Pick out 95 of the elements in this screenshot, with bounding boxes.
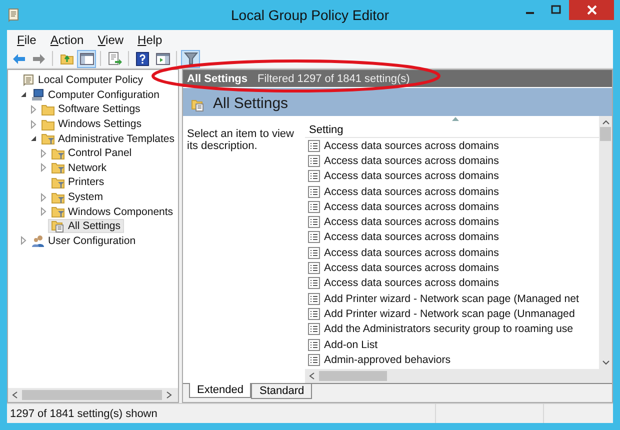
tree-item[interactable]: Control Panel bbox=[68, 147, 132, 160]
setting-name[interactable]: Admin-approved behaviors bbox=[324, 354, 451, 366]
folder-icon bbox=[51, 176, 65, 189]
setting-icon bbox=[308, 140, 320, 152]
pane-icon bbox=[80, 52, 94, 64]
menu-item[interactable]: View bbox=[92, 32, 130, 48]
scroll-down-icon[interactable] bbox=[602, 360, 610, 366]
setting-name[interactable]: Access data sources across domains bbox=[324, 277, 499, 290]
header-title: All Settings bbox=[187, 72, 248, 84]
computer-icon bbox=[31, 88, 45, 102]
collapsed-arrow-icon[interactable] bbox=[20, 236, 26, 246]
maximize-icon bbox=[551, 5, 561, 15]
view-tab[interactable]: Standard bbox=[251, 384, 312, 399]
setting-name[interactable]: Access data sources across domains bbox=[324, 231, 499, 244]
setting-icon bbox=[308, 186, 320, 198]
setting-name[interactable]: Access data sources across domains bbox=[324, 262, 499, 274]
filter-icon bbox=[184, 52, 198, 65]
back-arrow-icon bbox=[12, 52, 26, 64]
description-text: Select an item to view its description. bbox=[187, 128, 294, 152]
setting-icon bbox=[308, 292, 320, 305]
close-icon bbox=[586, 5, 596, 15]
settings-list-icon bbox=[51, 219, 65, 234]
setting-name[interactable]: Access data sources across domains bbox=[324, 216, 499, 228]
setting-icon bbox=[308, 216, 320, 228]
tree-item[interactable]: Computer Configuration bbox=[48, 88, 160, 101]
band-title: All Settings bbox=[213, 95, 288, 112]
setting-name[interactable]: Add-on List bbox=[324, 338, 378, 350]
setting-icon bbox=[308, 308, 320, 320]
column-header[interactable]: Setting bbox=[305, 116, 599, 138]
users-icon bbox=[31, 234, 45, 248]
forward-arrow-icon bbox=[32, 52, 46, 64]
tree-item[interactable]: Windows Components bbox=[68, 206, 174, 218]
tree-item[interactable]: Windows Settings bbox=[58, 118, 142, 130]
scrollbar-thumb[interactable] bbox=[600, 127, 611, 141]
folder-icon bbox=[41, 132, 55, 146]
folder-icon bbox=[51, 190, 65, 204]
sort-arrow-icon bbox=[452, 117, 459, 121]
setting-icon bbox=[308, 170, 320, 182]
minimize-icon bbox=[526, 12, 534, 14]
horizontal-scrollbar[interactable] bbox=[8, 388, 178, 402]
vertical-scrollbar[interactable] bbox=[599, 116, 612, 369]
menu-item[interactable]: File bbox=[11, 32, 42, 48]
setting-name[interactable]: Access data sources across domains bbox=[324, 140, 499, 152]
scroll-right-icon[interactable] bbox=[166, 391, 172, 399]
setting-icon bbox=[308, 338, 320, 350]
window-title: Local Group Policy Editor bbox=[231, 7, 389, 23]
menu-item[interactable]: Help bbox=[132, 32, 168, 48]
tree-item[interactable]: Software Settings bbox=[58, 103, 140, 116]
help-icon bbox=[136, 52, 149, 66]
scroll-left-icon[interactable] bbox=[12, 391, 18, 399]
setting-icon bbox=[308, 231, 320, 244]
export-list-icon bbox=[108, 52, 122, 65]
folder-icon bbox=[41, 118, 55, 131]
scroll-up-icon[interactable] bbox=[602, 119, 610, 125]
folder-icon bbox=[51, 205, 65, 218]
tree-item[interactable]: Printers bbox=[68, 176, 104, 188]
folder-icon bbox=[51, 161, 65, 174]
menu-item[interactable]: Action bbox=[44, 32, 90, 48]
folder-icon bbox=[51, 146, 65, 160]
scroll-icon bbox=[21, 73, 35, 88]
settings-list-icon bbox=[191, 98, 205, 112]
setting-icon bbox=[308, 277, 320, 290]
setting-name[interactable]: Add Printer wizard - Network scan page (Unmanaged bbox=[324, 308, 575, 320]
setting-name[interactable]: Access data sources across domains bbox=[324, 170, 499, 182]
view-tab[interactable]: Extended bbox=[189, 383, 252, 398]
setting-icon bbox=[308, 246, 320, 259]
tree-item[interactable]: System bbox=[68, 191, 104, 204]
filter-summary: Filtered 1297 of 1841 setting(s) bbox=[258, 72, 410, 84]
setting-name[interactable]: Access data sources across domains bbox=[324, 246, 499, 259]
scroll-icon bbox=[7, 7, 21, 23]
horizontal-scrollbar[interactable] bbox=[305, 369, 612, 383]
setting-name[interactable]: Access data sources across domains bbox=[324, 186, 499, 198]
expanded-arrow-icon[interactable] bbox=[20, 91, 26, 98]
folder-up-icon bbox=[60, 52, 74, 65]
setting-icon bbox=[308, 262, 320, 274]
setting-name[interactable]: Add Printer wizard - Network scan page (Managed net bbox=[324, 292, 579, 305]
setting-name[interactable]: Access data sources across domains bbox=[324, 200, 499, 213]
expanded-arrow-icon[interactable] bbox=[30, 135, 36, 142]
close-button[interactable] bbox=[569, 0, 614, 20]
toolbar-button[interactable] bbox=[133, 50, 152, 68]
tree-item[interactable]: Administrative Templates bbox=[58, 132, 175, 145]
folder-icon bbox=[41, 102, 55, 116]
pane-icon bbox=[156, 52, 170, 64]
scroll-left-icon[interactable] bbox=[309, 372, 315, 380]
setting-name[interactable]: Add the Administrators security group to roaming use bbox=[324, 323, 574, 336]
tree-item[interactable]: Network bbox=[68, 162, 107, 174]
setting-icon bbox=[308, 200, 320, 213]
setting-icon bbox=[308, 154, 320, 167]
tree-item[interactable]: Local Computer Policy bbox=[38, 74, 144, 86]
setting-icon bbox=[308, 323, 320, 336]
tree-item[interactable]: User Configuration bbox=[48, 234, 136, 247]
setting-name[interactable]: Access data sources across domains bbox=[324, 154, 499, 167]
status-text: 1297 of 1841 setting(s) shown bbox=[9, 408, 158, 420]
toolbar-button[interactable] bbox=[77, 50, 96, 68]
setting-icon bbox=[308, 354, 320, 366]
